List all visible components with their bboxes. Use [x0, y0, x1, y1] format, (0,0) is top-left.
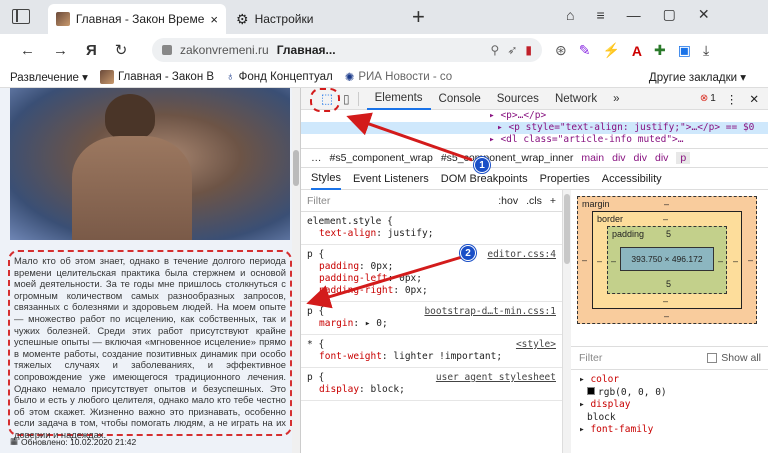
arrow-1: [346, 112, 473, 162]
annotation-arrows: [306, 112, 473, 309]
annotation-marker-2: 2: [460, 245, 476, 261]
annotation-marker-1: 1: [474, 157, 490, 173]
arrow-2: [306, 255, 463, 309]
